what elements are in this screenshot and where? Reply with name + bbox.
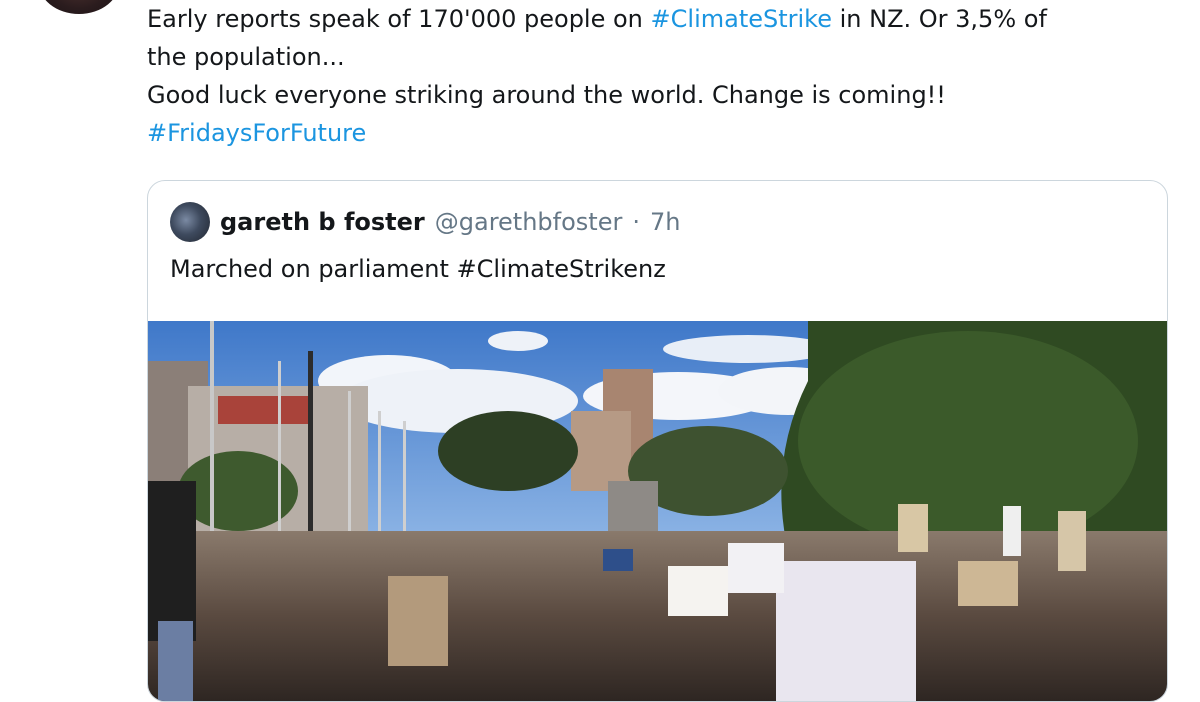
quoted-tweet-text: Marched on parliament #ClimateStrikenz [170, 255, 666, 283]
tweet-line: Early reports speak of 170'000 people on… [147, 0, 1157, 38]
separator-dot: · [632, 208, 640, 236]
hashtag-link[interactable]: #FridaysForFuture [147, 119, 366, 147]
tweet-text-segment: in NZ. Or 3,5% of [831, 5, 1047, 33]
quoted-author-handle[interactable]: @garethbfoster [435, 208, 623, 236]
crowd-photo[interactable] [148, 321, 1167, 701]
tweet-text-segment: the population... [147, 43, 345, 71]
tweet-text-segment: Early reports speak of 170'000 people on [147, 5, 651, 33]
quoted-tweet-card[interactable]: gareth b foster @garethbfoster · 7h Marc… [147, 180, 1168, 702]
tweet-line: #FridaysForFuture [147, 114, 1157, 152]
author-avatar[interactable] [38, 0, 120, 14]
quoted-author-avatar[interactable] [170, 202, 210, 242]
tweet-text: Early reports speak of 170'000 people on… [147, 0, 1157, 152]
quoted-tweet-time[interactable]: 7h [650, 208, 680, 236]
quoted-author-name[interactable]: gareth b foster [220, 208, 425, 236]
quoted-tweet-header: gareth b foster @garethbfoster · 7h [170, 201, 680, 243]
tweet-text-segment: Good luck everyone striking around the w… [147, 81, 946, 109]
tweet-line: the population... [147, 38, 1157, 76]
tweet-line: Good luck everyone striking around the w… [147, 76, 1157, 114]
hashtag-link[interactable]: #ClimateStrike [651, 5, 832, 33]
